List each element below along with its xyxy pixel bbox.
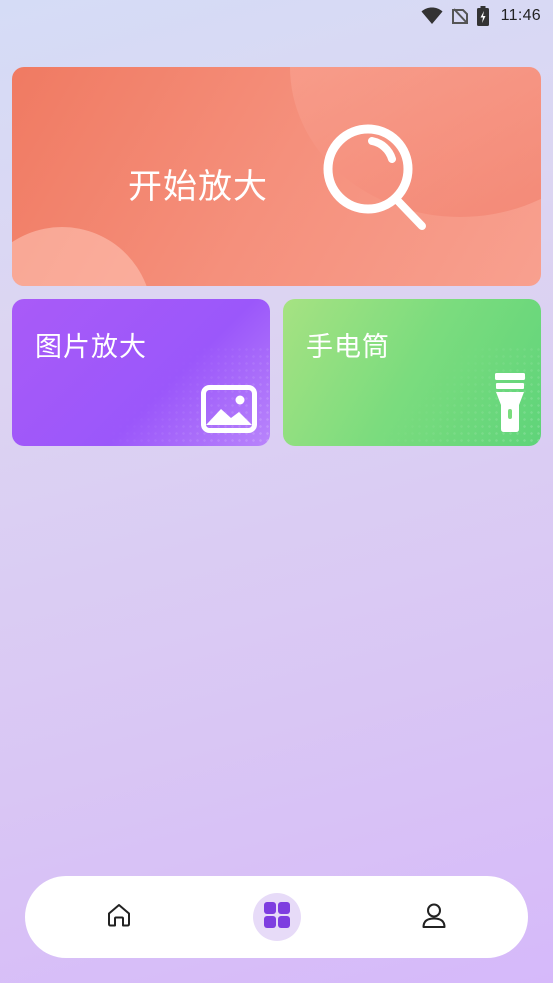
decorative-blob xyxy=(12,227,152,286)
no-signal-icon xyxy=(451,7,469,25)
home-icon xyxy=(106,902,132,932)
image-zoom-card[interactable]: 图片放大 xyxy=(12,299,270,446)
status-time: 11:46 xyxy=(500,7,541,24)
bottom-tab-bar xyxy=(25,876,528,958)
magnifier-icon xyxy=(318,119,438,239)
flashlight-card[interactable]: 手电筒 xyxy=(283,299,541,446)
flashlight-title: 手电筒 xyxy=(306,332,390,363)
grid-icon xyxy=(263,901,291,933)
tab-home[interactable] xyxy=(95,893,143,941)
start-magnify-card[interactable]: 开始放大 xyxy=(12,67,541,286)
user-icon xyxy=(421,902,447,932)
image-zoom-title: 图片放大 xyxy=(35,332,147,363)
start-magnify-title: 开始放大 xyxy=(128,167,268,207)
image-icon xyxy=(201,385,257,433)
battery-charging-icon xyxy=(476,6,489,26)
wifi-icon xyxy=(421,7,443,25)
tab-tools[interactable] xyxy=(252,893,301,941)
flashlight-icon xyxy=(495,373,525,433)
status-bar: 11:46 xyxy=(0,0,553,32)
tab-profile[interactable] xyxy=(410,893,458,941)
